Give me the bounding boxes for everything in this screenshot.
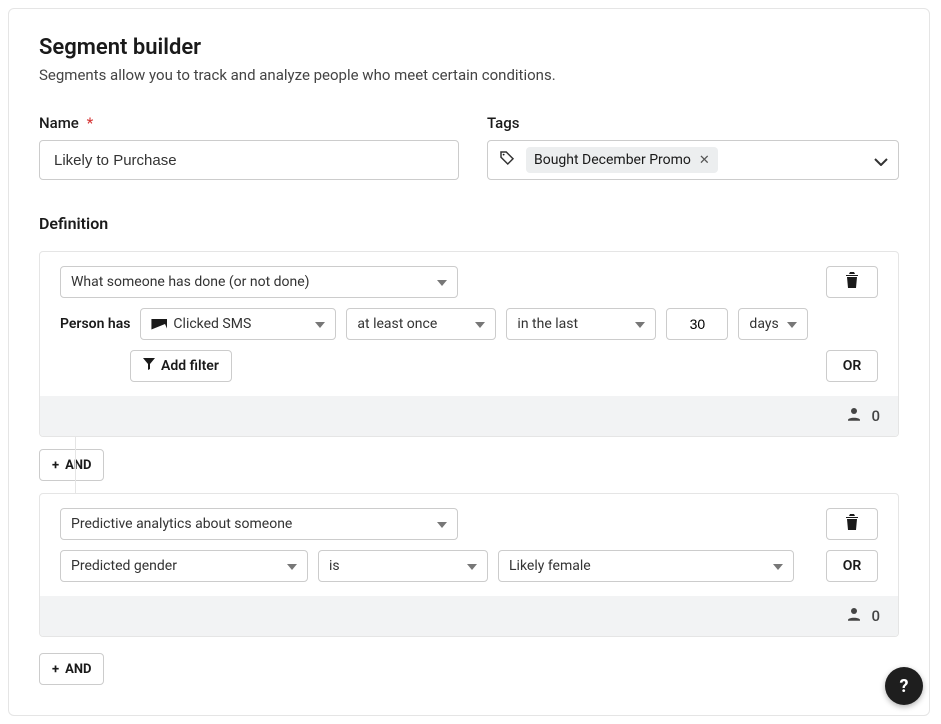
chevron-down-icon <box>773 558 783 574</box>
add-filter-label: Add filter <box>161 358 219 374</box>
timeframe-select[interactable]: in the last <box>506 308 656 340</box>
delete-condition-button[interactable] <box>826 266 878 298</box>
or-button-2[interactable]: OR <box>826 550 878 582</box>
page-title: Segment builder <box>39 35 899 60</box>
condition-type-select[interactable]: What someone has done (or not done) <box>60 266 458 298</box>
person-has-label: Person has <box>60 316 130 332</box>
timeframe-number-input[interactable] <box>666 308 728 340</box>
condition-type-select-2[interactable]: Predictive analytics about someone <box>60 508 458 540</box>
help-icon: ? <box>900 676 909 697</box>
frequency-value: at least once <box>357 316 437 332</box>
dimension-select[interactable]: Predicted gender <box>60 550 308 582</box>
tag-chip-remove-icon[interactable]: ✕ <box>699 153 710 168</box>
tags-input[interactable]: Bought December Promo ✕ <box>487 140 899 180</box>
chevron-down-icon <box>635 316 645 332</box>
timeframe-value: in the last <box>517 316 578 332</box>
condition-type-value: What someone has done (or not done) <box>71 274 310 290</box>
name-tags-row: Name * Tags Bought December Promo ✕ <box>39 114 899 180</box>
tag-chip[interactable]: Bought December Promo ✕ <box>526 147 718 173</box>
trash-icon <box>845 514 859 534</box>
or-label-2: OR <box>843 558 862 574</box>
plus-icon: + <box>52 458 59 473</box>
tags-label: Tags <box>487 114 899 132</box>
definition-heading: Definition <box>39 214 899 233</box>
unit-select[interactable]: days <box>738 308 808 340</box>
value-select[interactable]: Likely female <box>498 550 794 582</box>
dimension-value: Predicted gender <box>71 558 177 574</box>
metric-select[interactable]: Clicked SMS <box>140 308 336 340</box>
filter-icon <box>143 358 155 374</box>
chevron-down-icon <box>437 516 447 532</box>
unit-value: days <box>749 316 778 332</box>
or-button[interactable]: OR <box>826 350 878 382</box>
add-filter-button[interactable]: Add filter <box>130 350 232 382</box>
and-label-2: AND <box>65 662 91 677</box>
name-label-text: Name <box>39 114 79 132</box>
tag-icon <box>498 149 516 171</box>
page-subtitle: Segments allow you to track and analyze … <box>39 66 899 84</box>
name-label: Name * <box>39 114 459 132</box>
sms-flag-icon <box>151 319 167 330</box>
required-marker: * <box>87 114 94 132</box>
delete-condition-button-2[interactable] <box>826 508 878 540</box>
block-2-footer: 0 <box>40 596 898 636</box>
name-input[interactable] <box>39 140 459 180</box>
condition-type-value-2: Predictive analytics about someone <box>71 516 292 532</box>
plus-icon: + <box>52 662 59 677</box>
tags-dropdown-caret[interactable] <box>874 151 888 170</box>
and-label: AND <box>65 458 91 473</box>
block-1-footer: 0 <box>40 396 898 436</box>
block-1-count: 0 <box>871 407 880 425</box>
value-value: Likely female <box>509 558 591 574</box>
condition-block-1: What someone has done (or not done) Pers… <box>39 251 899 437</box>
name-column: Name * <box>39 114 459 180</box>
connector-1: + AND <box>39 437 899 493</box>
user-icon <box>845 405 863 427</box>
user-icon <box>845 605 863 627</box>
trash-icon <box>845 272 859 292</box>
or-label: OR <box>843 358 862 374</box>
chevron-down-icon <box>475 316 485 332</box>
operator-value: is <box>329 558 340 574</box>
metric-value: Clicked SMS <box>173 316 251 332</box>
add-and-button[interactable]: + AND <box>39 653 104 685</box>
chevron-down-icon <box>467 558 477 574</box>
help-button[interactable]: ? <box>885 667 923 705</box>
tag-chip-label: Bought December Promo <box>534 152 691 168</box>
and-connector-button-1[interactable]: + AND <box>39 449 104 481</box>
tags-column: Tags Bought December Promo ✕ <box>487 114 899 180</box>
segment-builder-card: Segment builder Segments allow you to tr… <box>8 8 930 716</box>
chevron-down-icon <box>787 316 797 332</box>
condition-block-2: Predictive analytics about someone Predi… <box>39 493 899 637</box>
chevron-down-icon <box>437 274 447 290</box>
block-2-count: 0 <box>871 607 880 625</box>
operator-select[interactable]: is <box>318 550 488 582</box>
chevron-down-icon <box>315 316 325 332</box>
frequency-select[interactable]: at least once <box>346 308 496 340</box>
chevron-down-icon <box>287 558 297 574</box>
